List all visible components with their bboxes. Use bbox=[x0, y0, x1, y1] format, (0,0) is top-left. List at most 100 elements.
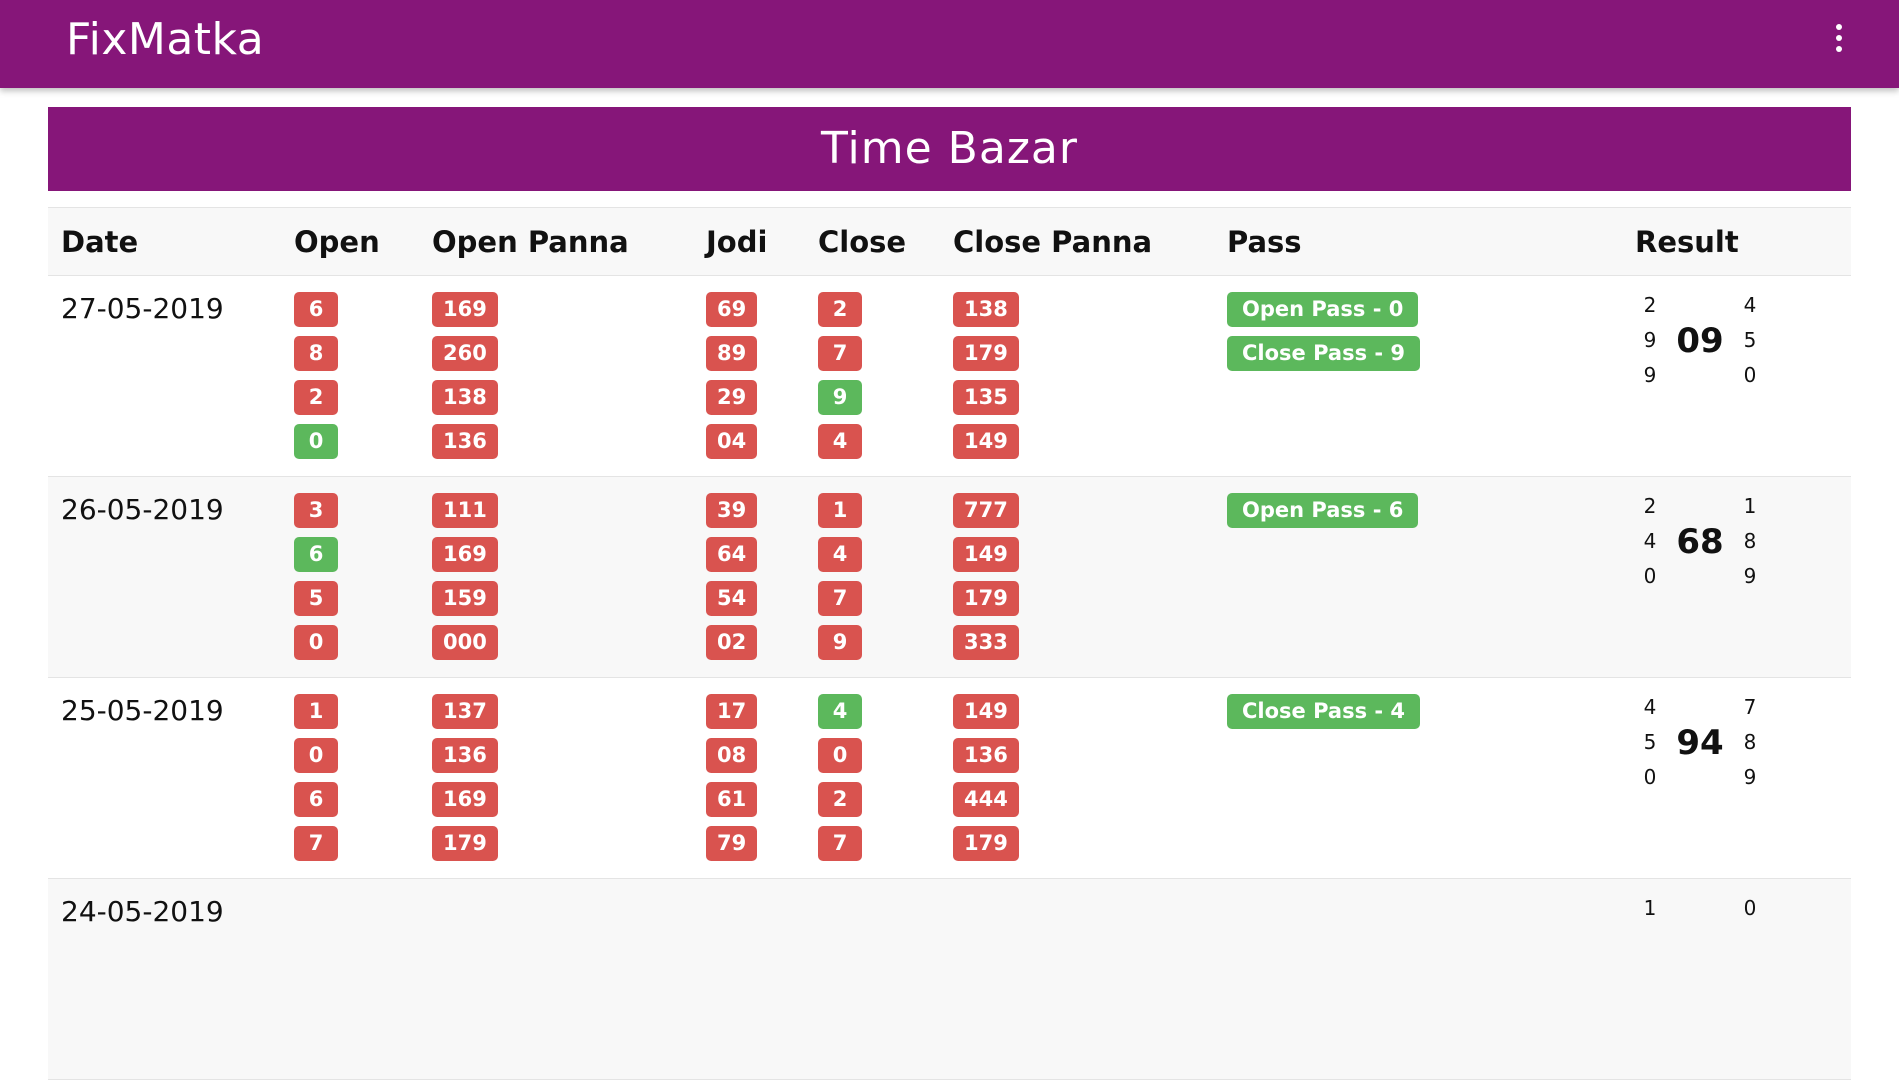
close-list: 2 7 9 4 bbox=[818, 292, 940, 468]
result-digit: 7 bbox=[1743, 695, 1757, 719]
open-badge: 2 bbox=[294, 380, 338, 415]
jodi-badge: 39 bbox=[706, 493, 758, 528]
open-panna-cell: 111 169 159 000 bbox=[419, 476, 693, 678]
header-date: Date bbox=[48, 207, 281, 276]
jodi-badge: 69 bbox=[706, 292, 758, 327]
table-row: 24-05-2019 1 0 bbox=[48, 878, 1851, 1080]
close-panna-list: 138 179 135 149 bbox=[953, 292, 1214, 468]
close-panna-badge: 136 bbox=[953, 738, 1019, 773]
app-bar: FixMatka bbox=[0, 0, 1899, 88]
close-panna-badge: 444 bbox=[953, 782, 1019, 817]
open-badge: 5 bbox=[294, 581, 338, 616]
jodi-badge: 61 bbox=[706, 782, 758, 817]
result-close-panna-digits: 4 5 0 bbox=[1735, 288, 1765, 393]
more-vertical-icon[interactable] bbox=[1829, 24, 1849, 60]
jodi-cell: 39 64 54 02 bbox=[693, 476, 805, 678]
result-jodi: 68 bbox=[1676, 521, 1724, 562]
open-panna-badge: 138 bbox=[432, 380, 498, 415]
table-row: 25-05-2019 1 0 6 7 137 136 169 179 17 08 61 79 4 0 2 7 14… bbox=[48, 677, 1851, 879]
result-open-panna-digits: 1 bbox=[1635, 891, 1665, 926]
table-row: 27-05-2019 6 8 2 0 169 260 138 136 69 89 29 04 2 7 9 4 13… bbox=[48, 275, 1851, 477]
open-badge: 6 bbox=[294, 292, 338, 327]
open-panna-cell: 169 260 138 136 bbox=[419, 275, 693, 477]
result-digit: 2 bbox=[1643, 293, 1657, 317]
pass-badge: Close Pass - 4 bbox=[1227, 694, 1421, 729]
open-panna-badge: 136 bbox=[432, 738, 498, 773]
pass-badge: Open Pass - 6 bbox=[1227, 493, 1419, 528]
result-digit: 2 bbox=[1643, 494, 1657, 518]
close-panna-list: 149 136 444 179 bbox=[953, 694, 1214, 870]
result-digit: 9 bbox=[1643, 328, 1657, 352]
close-badge: 7 bbox=[818, 581, 862, 616]
jodi-badge: 02 bbox=[706, 625, 758, 660]
result-cell: 10 bbox=[1622, 878, 1851, 1080]
table-header-row: Date Open Open Panna Jodi Close Close Pa… bbox=[48, 207, 1851, 276]
date-cell: 24-05-2019 bbox=[48, 878, 281, 1080]
jodi-badge: 29 bbox=[706, 380, 758, 415]
date-cell: 25-05-2019 bbox=[48, 677, 281, 879]
close-panna-badge: 138 bbox=[953, 292, 1019, 327]
close-panna-cell: 777 149 179 333 bbox=[940, 476, 1214, 678]
open-panna-list: 169 260 138 136 bbox=[432, 292, 693, 468]
open-badge: 0 bbox=[294, 738, 338, 773]
result-digit: 5 bbox=[1643, 730, 1657, 754]
close-panna-cell: 149 136 444 179 bbox=[940, 677, 1214, 879]
pass-cell: Close Pass - 4 bbox=[1214, 677, 1622, 879]
jodi-cell: 17 08 61 79 bbox=[693, 677, 805, 879]
jodi-list: 39 64 54 02 bbox=[706, 493, 805, 669]
open-panna-badge: 137 bbox=[432, 694, 498, 729]
result-digit: 0 bbox=[1743, 363, 1757, 387]
open-panna-list: 137 136 169 179 bbox=[432, 694, 693, 870]
bazar-title: Time Bazar bbox=[48, 107, 1851, 191]
open-panna-badge: 000 bbox=[432, 625, 498, 660]
close-badge: 9 bbox=[818, 380, 862, 415]
header-open-panna: Open Panna bbox=[419, 207, 693, 276]
open-badge: 8 bbox=[294, 336, 338, 371]
result-box: 4 5 0 94 7 8 9 bbox=[1635, 690, 1775, 795]
header-close: Close bbox=[805, 207, 940, 276]
pass-badge: Close Pass - 9 bbox=[1227, 336, 1421, 371]
close-badge: 2 bbox=[818, 292, 862, 327]
close-badge: 4 bbox=[818, 537, 862, 572]
open-badge: 0 bbox=[294, 424, 338, 459]
result-digit: 5 bbox=[1743, 328, 1757, 352]
result-open-panna-digits: 4 5 0 bbox=[1635, 690, 1665, 795]
close-cell: 4 0 2 7 bbox=[805, 677, 940, 879]
close-panna-badge: 333 bbox=[953, 625, 1019, 660]
open-panna-badge: 169 bbox=[432, 782, 498, 817]
open-cell bbox=[281, 878, 419, 1080]
close-badge: 7 bbox=[818, 336, 862, 371]
close-panna-badge: 777 bbox=[953, 493, 1019, 528]
result-jodi: 94 bbox=[1676, 722, 1724, 763]
open-list: 1 0 6 7 bbox=[294, 694, 419, 870]
header-close-panna: Close Panna bbox=[940, 207, 1214, 276]
jodi-badge: 89 bbox=[706, 336, 758, 371]
close-panna-badge: 149 bbox=[953, 537, 1019, 572]
header-pass: Pass bbox=[1214, 207, 1622, 276]
open-list: 3 6 5 0 bbox=[294, 493, 419, 669]
close-badge: 7 bbox=[818, 826, 862, 861]
close-list: 1 4 7 9 bbox=[818, 493, 940, 669]
open-panna-cell: 137 136 169 179 bbox=[419, 677, 693, 879]
close-panna-badge: 149 bbox=[953, 424, 1019, 459]
result-close-panna-digits: 7 8 9 bbox=[1735, 690, 1765, 795]
result-jodi: 09 bbox=[1676, 320, 1724, 361]
jodi-badge: 64 bbox=[706, 537, 758, 572]
table-row: 26-05-2019 3 6 5 0 111 169 159 000 39 64 54 02 1 4 7 9 77… bbox=[48, 476, 1851, 678]
close-panna-cell bbox=[940, 878, 1214, 1080]
close-badge: 1 bbox=[818, 493, 862, 528]
close-cell bbox=[805, 878, 940, 1080]
result-digit: 0 bbox=[1643, 564, 1657, 588]
result-digit: 0 bbox=[1743, 896, 1757, 920]
result-digit: 4 bbox=[1643, 695, 1657, 719]
brand-title[interactable]: FixMatka bbox=[66, 14, 264, 65]
result-digit: 8 bbox=[1743, 529, 1757, 553]
pass-cell bbox=[1214, 878, 1622, 1080]
result-digit: 1 bbox=[1643, 896, 1657, 920]
jodi-cell bbox=[693, 878, 805, 1080]
open-cell: 1 0 6 7 bbox=[281, 677, 419, 879]
close-badge: 2 bbox=[818, 782, 862, 817]
jodi-list: 69 89 29 04 bbox=[706, 292, 805, 468]
result-close-panna-digits: 0 bbox=[1735, 891, 1765, 926]
result-digit: 8 bbox=[1743, 730, 1757, 754]
